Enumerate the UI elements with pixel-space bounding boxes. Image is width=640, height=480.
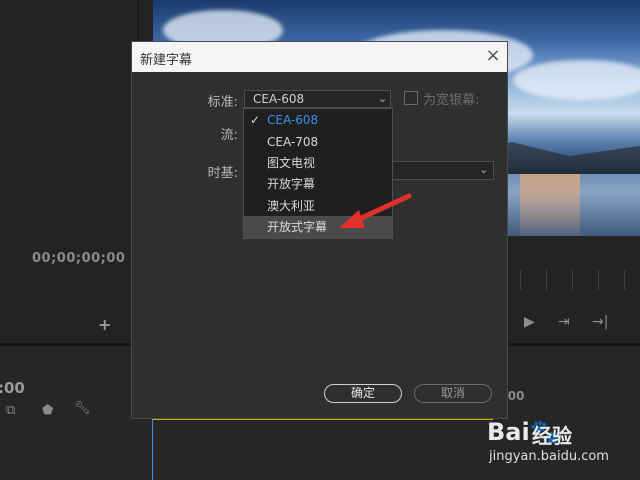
widescreen-label: 为宽银幕: <box>423 93 480 108</box>
marker-icon[interactable]: ⬟ <box>42 403 53 418</box>
widescreen-checkbox[interactable] <box>404 91 418 105</box>
dialog-titlebar: 新建字幕 × <box>132 42 507 72</box>
watermark-url: jingyan.baidu.com <box>489 449 609 464</box>
standard-select[interactable]: CEA-608 ⌄ <box>244 90 391 108</box>
sun-reflection <box>520 174 580 236</box>
close-icon[interactable]: × <box>483 46 503 66</box>
add-icon[interactable]: + <box>98 315 111 334</box>
option-label: CEA-708 <box>267 135 319 149</box>
step-forward-icon[interactable]: ⇥ <box>558 314 570 330</box>
timebase-select[interactable]: ⌄ <box>392 161 494 180</box>
annotation-arrow-icon <box>339 193 412 228</box>
source-timecode[interactable]: 00;00;00;00 <box>32 251 125 266</box>
option-label: 开放字幕 <box>267 177 316 191</box>
option-label: 开放式字幕 <box>267 220 328 234</box>
option-cea-708[interactable]: CEA-708 <box>244 131 392 153</box>
dialog-title: 新建字幕 <box>140 53 193 68</box>
check-icon: ✓ <box>250 113 261 127</box>
monitor-ruler <box>520 270 640 290</box>
play-icon[interactable]: ▶ <box>524 314 535 330</box>
watermark-text: 经验 <box>532 424 572 448</box>
option-label: 澳大利亚 <box>267 199 316 213</box>
option-cea-608[interactable]: ✓ CEA-608 <box>244 109 392 131</box>
option-teletext[interactable]: 图文电视 <box>244 152 392 174</box>
standard-label: 标准: <box>207 95 238 110</box>
timebase-label: 时基: <box>207 166 238 181</box>
chevron-down-icon: ⌄ <box>479 163 489 176</box>
go-to-out-icon[interactable]: →| <box>592 314 608 330</box>
timeline-timecode[interactable]: :00 <box>0 379 25 397</box>
option-label: CEA-608 <box>267 113 319 127</box>
wrench-icon[interactable]: 🔧︎ <box>74 401 91 416</box>
stream-label: 流: <box>220 128 238 143</box>
chevron-down-icon: ⌄ <box>378 92 388 105</box>
playhead[interactable] <box>152 418 153 480</box>
option-label: 图文电视 <box>267 156 316 170</box>
snap-icon[interactable]: ⧉ <box>6 403 15 418</box>
cancel-button[interactable]: 取消 <box>414 384 492 403</box>
standard-select-value: CEA-608 <box>253 92 305 106</box>
ok-button[interactable]: 确定 <box>324 384 402 403</box>
